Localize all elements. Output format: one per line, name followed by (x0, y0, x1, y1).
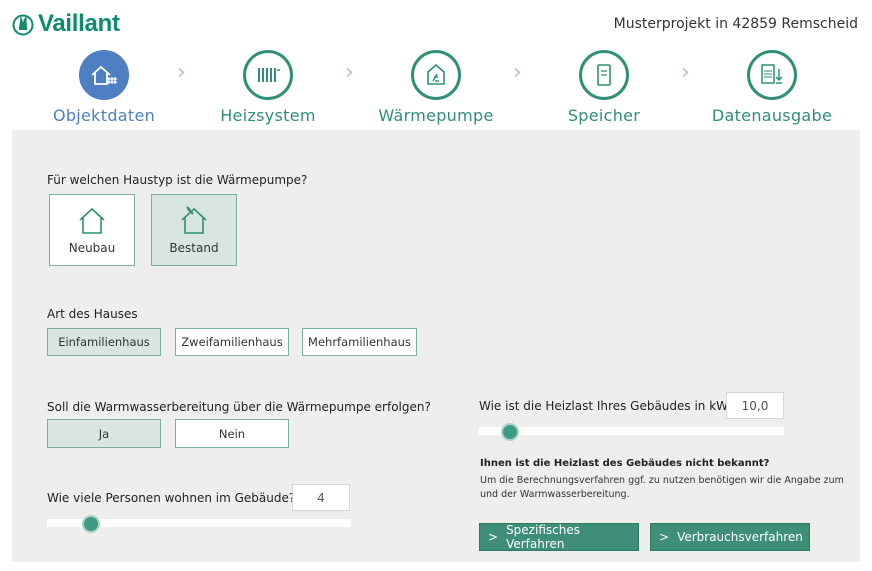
new-house-icon (79, 207, 105, 234)
step-label: Datenausgabe (711, 106, 833, 125)
brand-name: Vaillant (38, 10, 120, 37)
chevron-right-icon: > (659, 530, 670, 544)
step-circle (79, 50, 129, 100)
existing-house-icon (181, 206, 207, 234)
verbrauchsverfahren-label: Verbrauchsverfahren (677, 530, 803, 544)
step-speicher[interactable]: Speicher (529, 50, 679, 125)
house-kind-question: Art des Hauses (47, 307, 138, 321)
radiator-icon (258, 68, 280, 82)
storage-tank-icon (597, 64, 611, 86)
step-circle (243, 50, 293, 100)
vaillant-logo[interactable]: Vaillant (12, 10, 120, 38)
step-label: Wärmepumpe (378, 106, 494, 125)
step-datenausgabe[interactable]: Datenausgabe (697, 50, 847, 125)
chevron-right-icon: › (681, 60, 690, 85)
neubau-label: Neubau (68, 241, 116, 255)
step-waermepumpe[interactable]: Wärmepumpe (361, 50, 511, 125)
verbrauchsverfahren-button[interactable]: > Verbrauchsverfahren (650, 523, 810, 551)
neubau-button[interactable]: Neubau (49, 194, 135, 266)
bestand-label: Bestand (169, 241, 219, 255)
heat-load-question: Wie ist die Heizlast Ihres Gebäudes in k… (479, 399, 735, 413)
chevron-right-icon: > (488, 530, 499, 544)
mehrfamilienhaus-button[interactable]: Mehrfamilienhaus (302, 328, 417, 356)
einfamilienhaus-button[interactable]: Einfamilienhaus (47, 328, 161, 356)
heat-load-unknown-text-2: und der Warmwasserbereitung. (480, 489, 630, 500)
step-label: Speicher (567, 106, 641, 125)
heat-pump-icon (427, 63, 445, 85)
ja-button[interactable]: Ja (47, 419, 161, 448)
step-label: Heizsystem (220, 106, 316, 125)
step-circle (579, 50, 629, 100)
chevron-right-icon: › (513, 60, 522, 85)
house-icon (91, 65, 117, 85)
heat-load-slider-handle[interactable] (501, 423, 519, 441)
step-label: Objektdaten (52, 106, 156, 125)
spezifisches-verfahren-label: Spezifisches Verfahren (506, 523, 580, 551)
step-objektdaten[interactable]: Objektdaten (29, 50, 179, 125)
house-type-question: Für welchen Haustyp ist die Wärmepumpe? (47, 173, 308, 187)
heat-load-unknown-title: Ihnen ist die Heizlast des Gebäudes nich… (480, 458, 770, 469)
heat-load-input[interactable]: 10,0 (726, 392, 784, 419)
nein-button[interactable]: Nein (175, 419, 289, 448)
heat-load-slider-track[interactable] (479, 427, 784, 435)
zweifamilienhaus-button[interactable]: Zweifamilienhaus (175, 328, 289, 356)
persons-slider-handle[interactable] (82, 515, 100, 533)
bestand-button[interactable]: Bestand (151, 194, 237, 266)
heat-load-unknown-text-1: Um die Berechnungsverfahren ggf. zu nutz… (480, 475, 846, 486)
persons-input[interactable]: 4 (292, 484, 350, 511)
step-circle (411, 50, 461, 100)
chevron-right-icon: › (177, 60, 186, 85)
step-heizsystem[interactable]: Heizsystem (193, 50, 343, 125)
persons-question: Wie viele Personen wohnen im Gebäude? (47, 491, 296, 505)
step-circle (747, 50, 797, 100)
pdf-download-icon (761, 64, 783, 84)
hare-logo-icon (12, 14, 34, 36)
project-title: Musterprojekt in 42859 Remscheid (613, 16, 858, 32)
hot-water-question: Soll die Warmwasserbereitung über die Wä… (47, 400, 431, 414)
spezifisches-verfahren-button[interactable]: > Spezifisches Verfahren (479, 523, 639, 551)
chevron-right-icon: › (345, 60, 354, 85)
